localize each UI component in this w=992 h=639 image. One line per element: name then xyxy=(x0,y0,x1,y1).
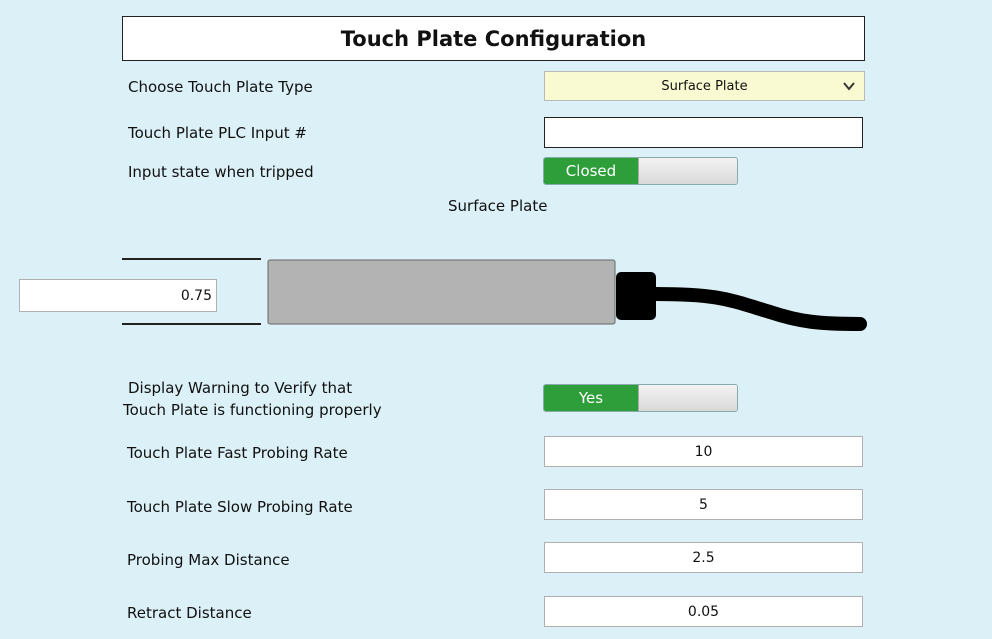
touch-plate-cable xyxy=(648,287,867,331)
warning-toggle[interactable]: Yes xyxy=(543,384,738,412)
warning-label-line2: Touch Plate is functioning properly xyxy=(123,401,382,419)
warning-label-line1: Display Warning to Verify that xyxy=(128,379,353,397)
input-state-toggle[interactable]: Closed xyxy=(543,157,738,185)
retract-input[interactable]: 0.05 xyxy=(544,596,863,627)
plate-bottom-line xyxy=(122,323,261,325)
plate-thickness-input[interactable]: 0.75 xyxy=(19,279,217,312)
slow-rate-input[interactable]: 5 xyxy=(544,489,863,520)
input-state-value: Closed xyxy=(544,158,638,184)
plate-type-dropdown[interactable]: Surface Plate xyxy=(544,71,865,101)
touch-plate-diagram xyxy=(267,259,867,331)
chevron-down-icon xyxy=(843,82,855,91)
touch-plate-body xyxy=(267,259,616,325)
slow-rate-label: Touch Plate Slow Probing Rate xyxy=(127,498,353,516)
max-distance-label: Probing Max Distance xyxy=(127,551,290,569)
plate-type-selected: Surface Plate xyxy=(661,78,748,94)
retract-label: Retract Distance xyxy=(127,604,252,622)
plc-input-field[interactable] xyxy=(544,117,863,148)
plate-top-line xyxy=(122,258,261,260)
fast-rate-label: Touch Plate Fast Probing Rate xyxy=(127,444,348,462)
input-state-label: Input state when tripped xyxy=(128,163,314,181)
page-title: Touch Plate Configuration xyxy=(122,16,865,61)
plc-input-label: Touch Plate PLC Input # xyxy=(128,124,307,142)
fast-rate-input[interactable]: 10 xyxy=(544,436,863,467)
toggle-thumb xyxy=(638,158,737,184)
max-distance-input[interactable]: 2.5 xyxy=(544,542,863,573)
warning-value: Yes xyxy=(544,385,638,411)
diagram-caption: Surface Plate xyxy=(448,197,548,215)
toggle-thumb xyxy=(638,385,737,411)
plate-type-label: Choose Touch Plate Type xyxy=(128,78,313,96)
